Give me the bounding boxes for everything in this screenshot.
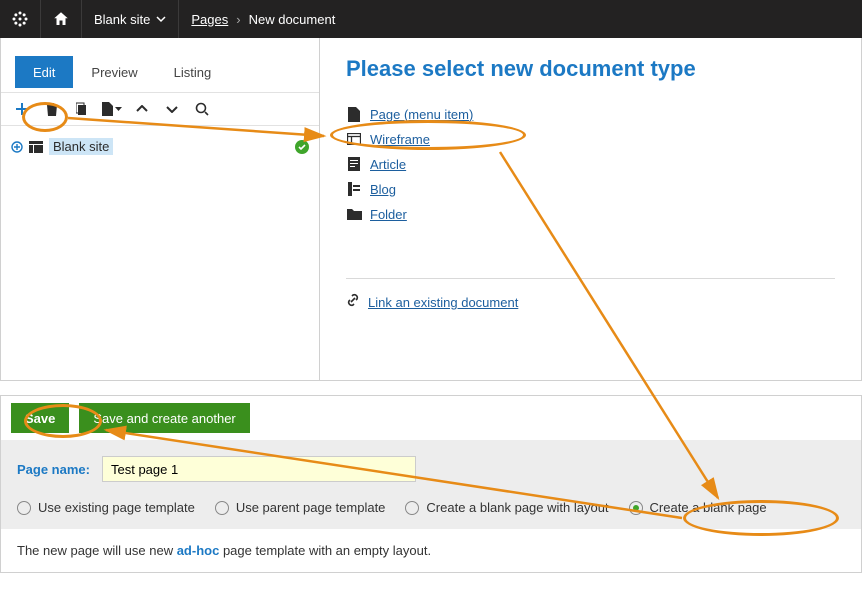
doctype-wireframe[interactable]: Wireframe [346, 131, 835, 147]
page-name-input[interactable] [102, 456, 416, 482]
radio-icon [405, 501, 419, 515]
page-title: Please select new document type [346, 56, 835, 82]
breadcrumb-pages[interactable]: Pages [191, 12, 228, 27]
doctype-article-link[interactable]: Article [370, 157, 406, 172]
link-existing-link[interactable]: Link an existing document [368, 295, 518, 310]
divider [346, 278, 835, 279]
doctype-page-link[interactable]: Page (menu item) [370, 107, 473, 122]
expand-icon [11, 141, 23, 153]
radio-icon [215, 501, 229, 515]
page-tree: Blank site [1, 126, 319, 167]
tab-edit[interactable]: Edit [15, 56, 73, 88]
site-name: Blank site [94, 12, 150, 27]
status-ok-icon [295, 140, 309, 157]
copy-icon [76, 102, 88, 116]
note-text-pre: The new page will use new [17, 543, 177, 558]
radio-existing-template[interactable]: Use existing page template [17, 500, 195, 515]
radio-parent-label: Use parent page template [236, 500, 386, 515]
search-button[interactable] [187, 94, 217, 124]
tab-listing[interactable]: Listing [156, 56, 230, 88]
doctype-folder[interactable]: Folder [346, 206, 835, 222]
radio-icon [17, 501, 31, 515]
link-existing-row[interactable]: Link an existing document [346, 293, 835, 312]
site-icon [29, 141, 43, 153]
search-icon [195, 102, 209, 116]
chevron-up-icon [136, 105, 148, 113]
note-text-post: page template with an empty layout. [219, 543, 431, 558]
form-actions: Save Save and create another [1, 396, 861, 440]
delete-button[interactable] [37, 94, 67, 124]
document-icon [102, 102, 113, 116]
form-body: Page name: Use existing page template Us… [1, 440, 861, 529]
add-button[interactable] [7, 94, 37, 124]
radio-blank-label: Create a blank page [650, 500, 767, 515]
app-logo-icon[interactable] [0, 0, 40, 38]
chevron-right-icon: › [236, 12, 240, 27]
link-icon [346, 293, 360, 312]
move-down-button[interactable] [157, 94, 187, 124]
trash-icon [46, 102, 58, 116]
radio-existing-label: Use existing page template [38, 500, 195, 515]
chevron-down-icon [166, 105, 178, 113]
tree-root-row[interactable]: Blank site [11, 138, 309, 155]
move-up-button[interactable] [127, 94, 157, 124]
site-selector[interactable]: Blank site [82, 0, 178, 38]
breadcrumb: Pages › New document [179, 12, 347, 27]
save-button[interactable]: Save [11, 403, 69, 433]
main-split: Edit Preview Listing [0, 38, 862, 381]
radio-blank-layout-label: Create a blank page with layout [426, 500, 608, 515]
article-icon [346, 156, 362, 172]
right-panel: Please select new document type Page (me… [320, 38, 861, 380]
page-name-label: Page name: [17, 462, 90, 477]
plus-icon [15, 102, 29, 116]
template-radios: Use existing page template Use parent pa… [17, 500, 845, 515]
page-icon [346, 106, 362, 122]
radio-blank-page[interactable]: Create a blank page [629, 500, 767, 515]
radio-icon [629, 501, 643, 515]
note-text-bold: ad-hoc [177, 543, 220, 558]
folder-icon [346, 206, 362, 222]
doctype-folder-link[interactable]: Folder [370, 207, 407, 222]
radio-blank-with-layout[interactable]: Create a blank page with layout [405, 500, 608, 515]
breadcrumb-current: New document [249, 12, 336, 27]
tree-root-label: Blank site [49, 138, 113, 155]
blog-icon [346, 181, 362, 197]
tree-toolbar [1, 92, 319, 126]
top-bar: Blank site Pages › New document [0, 0, 862, 38]
doctype-blog[interactable]: Blog [346, 181, 835, 197]
doctype-blog-link[interactable]: Blog [370, 182, 396, 197]
save-create-another-button[interactable]: Save and create another [79, 403, 249, 433]
copy-button[interactable] [67, 94, 97, 124]
left-panel: Edit Preview Listing [1, 38, 320, 380]
form-note: The new page will use new ad-hoc page te… [1, 529, 861, 572]
doctype-article[interactable]: Article [346, 156, 835, 172]
wireframe-icon [346, 131, 362, 147]
mode-tabs: Edit Preview Listing [15, 52, 319, 88]
home-icon[interactable] [41, 0, 81, 38]
doctype-wireframe-link[interactable]: Wireframe [370, 132, 430, 147]
page-form: Save Save and create another Page name: … [0, 395, 862, 573]
doc-dropdown[interactable] [97, 94, 127, 124]
doctype-page[interactable]: Page (menu item) [346, 106, 835, 122]
document-type-list: Page (menu item) Wireframe Article Blog … [346, 106, 835, 222]
tab-preview[interactable]: Preview [73, 56, 155, 88]
radio-parent-template[interactable]: Use parent page template [215, 500, 386, 515]
